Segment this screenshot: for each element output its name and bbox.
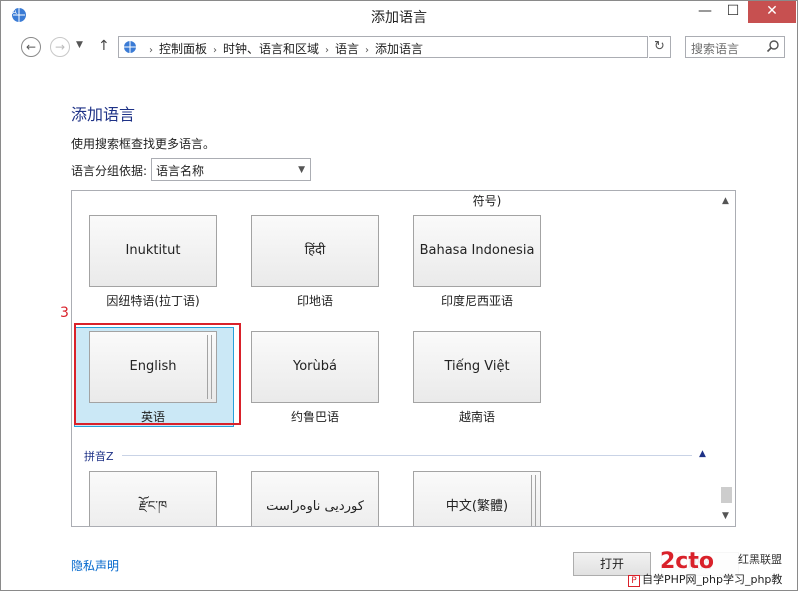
breadcrumb-clock-language-region[interactable]: 时钟、语言和区域 — [223, 42, 319, 56]
group-header-pinyin-z[interactable]: 拼音Z — [84, 448, 114, 464]
back-arrow-icon[interactable]: ← — [21, 37, 41, 57]
page-title: 添加语言 — [71, 105, 136, 124]
recent-locations-chevron-icon[interactable]: ▼ — [76, 40, 83, 50]
language-tile-inuktitut[interactable]: Inuktitut — [89, 215, 217, 287]
minimize-button[interactable]: — — [691, 1, 719, 23]
maximize-button[interactable]: ☐ — [719, 1, 747, 23]
partial-language-caption: 符号) — [472, 194, 502, 208]
scroll-thumb[interactable] — [721, 487, 732, 503]
breadcrumb-language[interactable]: 语言 — [335, 42, 359, 56]
refresh-icon[interactable]: ↻ — [649, 36, 671, 58]
group-by-select[interactable]: 语言名称 ▼ — [151, 158, 311, 181]
address-bar[interactable]: ›控制面板›时钟、语言和区域›语言›添加语言 ▼ — [118, 36, 756, 58]
language-caption-vietnamese: 越南语 — [458, 410, 495, 424]
language-tile-central-kurdish[interactable]: کوردیی ناوەراست — [251, 471, 379, 526]
title-bar: A 添加语言 — ☐ ✕ — [1, 1, 797, 29]
language-tile-dzongkha[interactable]: རྫོང་ཁ — [89, 471, 217, 526]
breadcrumb-control-panel[interactable]: 控制面板 — [159, 42, 207, 56]
annotation-highlight-box — [74, 323, 241, 425]
scroll-up-icon[interactable]: ▲ — [722, 196, 729, 206]
breadcrumb-separator-icon[interactable]: › — [213, 45, 217, 56]
collapse-group-icon[interactable]: ▲ — [699, 449, 706, 459]
watermark-p-badge: P — [628, 575, 640, 587]
group-divider — [122, 455, 692, 456]
language-tile-chinese-traditional[interactable]: 中文(繁體) — [413, 471, 541, 526]
watermark-caption-text: 自学PHP网_php学习_php教 — [642, 573, 783, 586]
language-caption-inuktitut: 因纽特语(拉丁语) — [106, 294, 200, 308]
breadcrumb-separator-icon: › — [149, 45, 153, 56]
search-placeholder: 搜索语言 — [691, 42, 740, 56]
navigation-bar: ← → ▼ ↑ ›控制面板›时钟、语言和区域›语言›添加语言 ▼ ↻ 搜索语言 — [1, 31, 797, 63]
privacy-statement-link[interactable]: 隐私声明 — [71, 557, 119, 574]
watermark-caption: P 自学PHP网_php学习_php教 — [628, 571, 782, 587]
window-title: 添加语言 — [371, 10, 427, 26]
watermark: 2cto 红黑联盟 P 自学PHP网_php学习_php教 — [628, 549, 796, 589]
breadcrumb-separator-icon[interactable]: › — [365, 45, 369, 56]
watermark-site-name: 红黑联盟 — [738, 553, 782, 566]
language-caption-indonesian: 印度尼西亚语 — [440, 294, 513, 308]
language-tile-yoruba[interactable]: Yorùbá — [251, 331, 379, 403]
language-caption-yoruba: 约鲁巴语 — [290, 410, 339, 424]
group-by-label: 语言分组依据: — [71, 164, 148, 178]
add-language-window: A 添加语言 — ☐ ✕ ← → ▼ ↑ › 控制面板 › 时钟、语言和区域 › 语言 › 添… — [0, 0, 798, 591]
chevron-down-icon: ▼ — [298, 165, 305, 175]
scroll-down-icon[interactable]: ▼ — [722, 511, 729, 521]
instruction-text: 使用搜索框查找更多语言。 — [71, 137, 216, 151]
up-arrow-icon[interactable]: ↑ — [98, 38, 110, 54]
language-caption-hindi: 印地语 — [296, 294, 333, 308]
breadcrumb-separator-icon[interactable]: › — [325, 45, 329, 56]
breadcrumb: › 控制面板 › 时钟、语言和区域 › 语言 › 添加语言 — [143, 40, 423, 57]
language-tile-indonesian[interactable]: Bahasa Indonesia — [413, 215, 541, 287]
close-button[interactable]: ✕ — [748, 1, 796, 23]
search-icon[interactable] — [766, 39, 780, 53]
breadcrumb-add-language[interactable]: 添加语言 — [375, 42, 423, 56]
vertical-scrollbar[interactable]: ▲ ▼ — [718, 191, 735, 526]
search-input[interactable]: 搜索语言 — [685, 36, 785, 58]
annotation-step-number: 3 — [60, 305, 69, 321]
language-tile-vietnamese[interactable]: Tiếng Việt — [413, 331, 541, 403]
group-by-value: 语言名称 — [156, 164, 205, 178]
control-panel-icon — [124, 41, 136, 53]
forward-arrow-icon[interactable]: → — [50, 37, 70, 57]
language-tile-hindi[interactable]: हिंदी — [251, 215, 379, 287]
